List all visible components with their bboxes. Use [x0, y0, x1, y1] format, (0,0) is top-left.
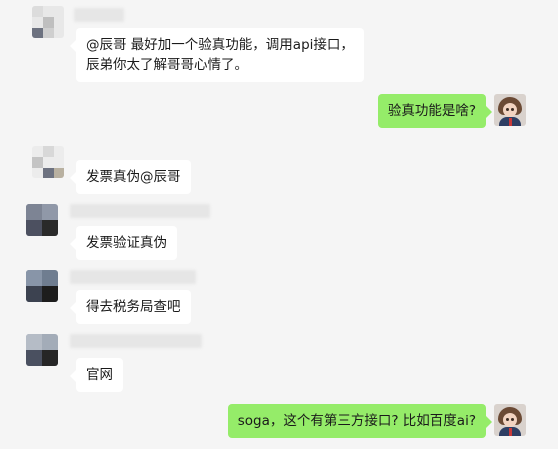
message-text: 验真功能是啥?	[387, 103, 476, 119]
message-bubble[interactable]: 验真功能是啥?	[377, 94, 493, 128]
message-text: 发票验证真伪	[86, 235, 167, 251]
message-text-line2: 辰弟你太了解哥哥心情了。	[86, 57, 248, 73]
contact-avatar-icon[interactable]	[32, 146, 64, 178]
message-text: @辰哥 最好加一个验真功能，调用api接口，	[86, 37, 354, 53]
message-text: 官网	[86, 367, 113, 383]
sender-name	[70, 334, 202, 348]
user-avatar-icon[interactable]	[494, 404, 526, 436]
message-bubble[interactable]: @辰哥 最好加一个验真功能，调用api接口， 辰弟你太了解哥哥心情了。	[70, 28, 364, 82]
message-text: soga，这个有第三方接口? 比如百度ai?	[237, 413, 476, 429]
message-bubble[interactable]: 发票验证真伪	[70, 226, 177, 260]
message-bubble[interactable]: 官网	[70, 358, 123, 392]
message-text: 发票真伪@辰哥	[86, 169, 181, 185]
sender-name	[70, 204, 210, 218]
message-bubble[interactable]: soga，这个有第三方接口? 比如百度ai?	[227, 404, 493, 438]
message-text: 得去税务局查吧	[86, 299, 181, 315]
contact-avatar-icon[interactable]	[26, 334, 58, 366]
message-bubble[interactable]: 得去税务局查吧	[70, 290, 191, 324]
contact-avatar-icon[interactable]	[26, 204, 58, 236]
contact-avatar-icon[interactable]	[32, 6, 64, 38]
contact-avatar-icon[interactable]	[26, 270, 58, 302]
message-bubble[interactable]: 发票真伪@辰哥	[70, 160, 191, 194]
sender-name	[74, 8, 124, 22]
sender-name	[70, 270, 196, 284]
user-avatar-icon[interactable]	[494, 94, 526, 126]
